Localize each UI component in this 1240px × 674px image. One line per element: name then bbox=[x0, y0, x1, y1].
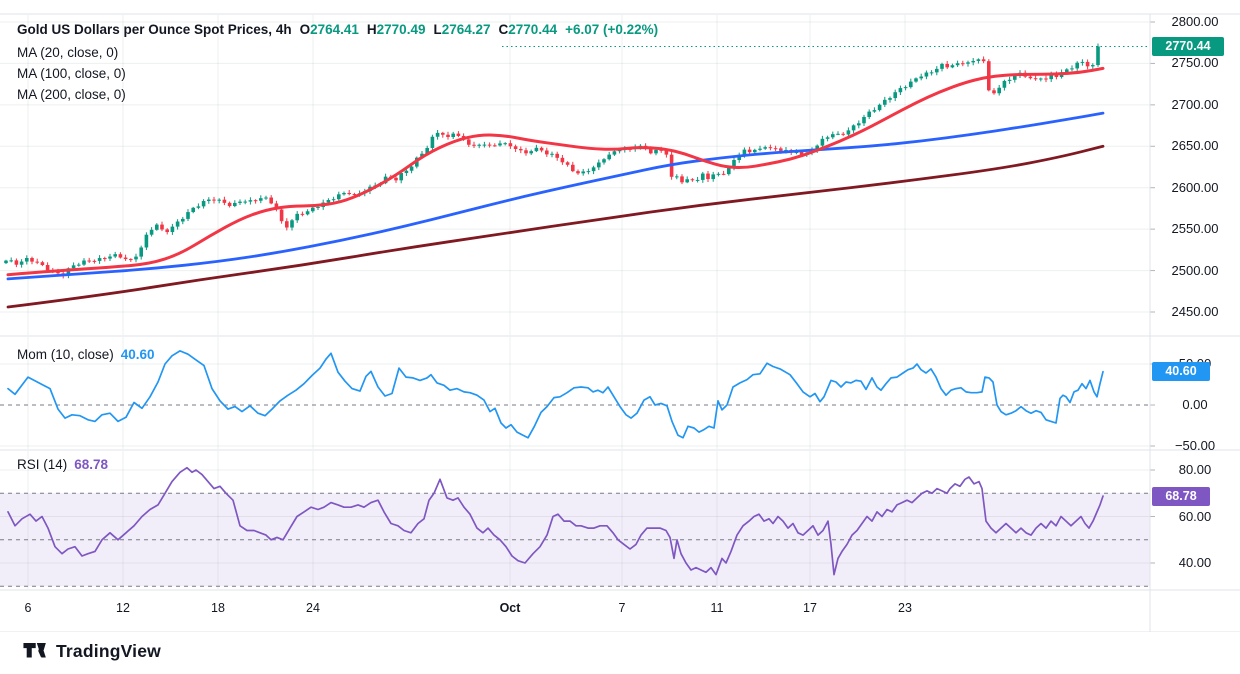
rsi-axis-label: 40.00 bbox=[1150, 555, 1240, 570]
price-axis-label: 2500.00 bbox=[1150, 263, 1240, 278]
rsi-value: 68.78 bbox=[74, 457, 108, 472]
time-axis-label: 12 bbox=[116, 601, 130, 615]
momentum-pane[interactable] bbox=[0, 336, 1150, 450]
time-axis-label: 23 bbox=[898, 601, 912, 615]
ohlc-high-value: 2770.49 bbox=[377, 22, 426, 37]
ohlc-low-value: 2764.27 bbox=[442, 22, 491, 37]
tradingview-brand-text: TradingView bbox=[56, 641, 161, 662]
ma20-legend[interactable]: MA (20, close, 0) bbox=[17, 45, 118, 60]
time-axis-label: 17 bbox=[803, 601, 817, 615]
ohlc-low-key: L bbox=[433, 22, 441, 37]
ohlc-open-key: O bbox=[300, 22, 311, 37]
momentum-value: 40.60 bbox=[121, 347, 155, 362]
rsi-axis-label: 60.00 bbox=[1150, 509, 1240, 524]
momentum-axis-label: 0.00 bbox=[1150, 397, 1240, 412]
price-axis-label: 2550.00 bbox=[1150, 221, 1240, 236]
momentum-value-badge: 40.60 bbox=[1152, 362, 1210, 381]
time-axis-label: 6 bbox=[25, 601, 32, 615]
ma100-legend[interactable]: MA (100, close, 0) bbox=[17, 66, 126, 81]
momentum-legend[interactable]: Mom (10, close) 40.60 bbox=[17, 347, 155, 362]
price-axis-label: 2600.00 bbox=[1150, 180, 1240, 195]
rsi-pane[interactable] bbox=[0, 450, 1150, 590]
rsi-legend[interactable]: RSI (14) 68.78 bbox=[17, 457, 108, 472]
time-axis[interactable] bbox=[0, 590, 1150, 632]
price-axis-label: 2450.00 bbox=[1150, 304, 1240, 319]
ohlc-close-key: C bbox=[499, 22, 509, 37]
tradingview-logo-icon bbox=[22, 640, 48, 662]
momentum-axis-label: −50.00 bbox=[1150, 438, 1240, 453]
rsi-value-badge: 68.78 bbox=[1152, 487, 1210, 506]
time-axis-label: 7 bbox=[619, 601, 626, 615]
rsi-label: RSI (14) bbox=[17, 457, 67, 472]
momentum-label: Mom (10, close) bbox=[17, 347, 114, 362]
main-pane[interactable] bbox=[0, 14, 1150, 336]
time-axis-label: Oct bbox=[500, 601, 521, 615]
price-axis-label: 2700.00 bbox=[1150, 97, 1240, 112]
price-axis-label: 2650.00 bbox=[1150, 138, 1240, 153]
ohlc-high-key: H bbox=[367, 22, 377, 37]
time-axis-label: 18 bbox=[211, 601, 225, 615]
time-axis-label: 24 bbox=[306, 601, 320, 615]
price-axis-label: 2750.00 bbox=[1150, 55, 1240, 70]
ohlc-open-value: 2764.41 bbox=[310, 22, 359, 37]
chart-widget: Gold US Dollars per Ounce Spot Prices, 4… bbox=[0, 0, 1240, 674]
tradingview-attribution[interactable]: TradingView bbox=[22, 640, 161, 662]
last-price-badge: 2770.44 bbox=[1152, 37, 1224, 56]
rsi-axis-label: 80.00 bbox=[1150, 462, 1240, 477]
price-axis-label: 2800.00 bbox=[1150, 14, 1240, 29]
time-axis-label: 11 bbox=[711, 601, 724, 615]
ohlc-close-value: 2770.44 bbox=[508, 22, 557, 37]
ma200-legend[interactable]: MA (200, close, 0) bbox=[17, 87, 126, 102]
symbol-title: Gold US Dollars per Ounce Spot Prices, 4… bbox=[17, 22, 292, 37]
ohlc-change: +6.07 (+0.22%) bbox=[565, 22, 658, 37]
symbol-legend[interactable]: Gold US Dollars per Ounce Spot Prices, 4… bbox=[17, 22, 658, 37]
